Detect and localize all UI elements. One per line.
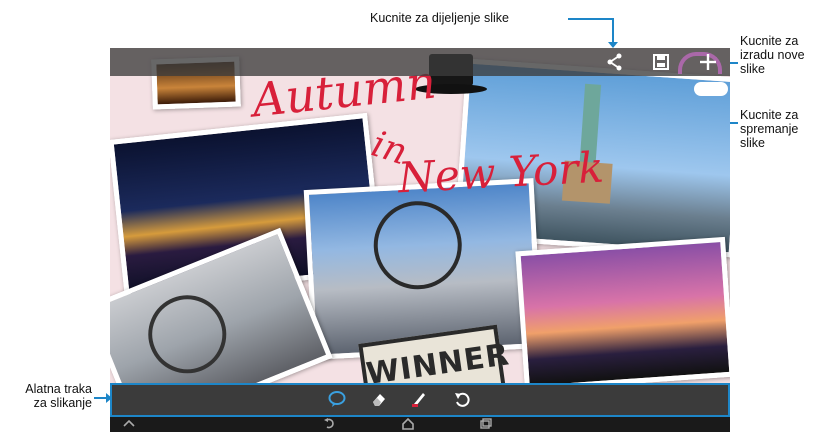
- callout-save-line2: spremanje: [740, 122, 799, 136]
- callout-new-line1: Kucnite za: [740, 34, 799, 48]
- home-icon[interactable]: [401, 417, 415, 430]
- photo-atlas-building[interactable]: [303, 178, 543, 360]
- callout-save-line3: slike: [740, 136, 766, 150]
- callout-save: Kucnite za spremanje slike: [740, 108, 798, 150]
- callout-new-line2: izradu nove: [740, 48, 805, 62]
- share-icon[interactable]: [605, 52, 625, 72]
- save-icon[interactable]: [651, 52, 671, 72]
- system-navigation-bar: [110, 415, 730, 432]
- callout-new-line3: slike: [740, 62, 766, 76]
- callout-new: Kucnite za izradu nove slike: [740, 34, 805, 76]
- callout-line-share-h: [568, 18, 614, 20]
- callout-toolbar-line1: Alatna traka: [25, 382, 92, 396]
- device-screen: WINNER Autumn in New York: [110, 48, 730, 432]
- chevron-up-icon[interactable]: [122, 417, 136, 430]
- callout-toolbar: Alatna traka za slikanje: [6, 382, 92, 410]
- atlas-sphere-2: [136, 283, 239, 386]
- photo-bridge-sunset[interactable]: [515, 236, 730, 392]
- toolbar-highlight-frame: [110, 383, 730, 417]
- back-icon[interactable]: [323, 417, 337, 430]
- atlas-sphere: [371, 198, 464, 292]
- add-icon[interactable]: [698, 52, 718, 72]
- top-action-bar: [110, 48, 730, 76]
- callout-toolbar-line2: za slikanje: [33, 396, 92, 410]
- cloud-sticker: [694, 82, 728, 96]
- callout-save-line1: Kucnite za: [740, 108, 799, 122]
- callout-share: Kucnite za dijeljenje slike: [370, 11, 509, 25]
- callout-line-share-v: [612, 18, 614, 44]
- recent-apps-icon[interactable]: [479, 417, 493, 430]
